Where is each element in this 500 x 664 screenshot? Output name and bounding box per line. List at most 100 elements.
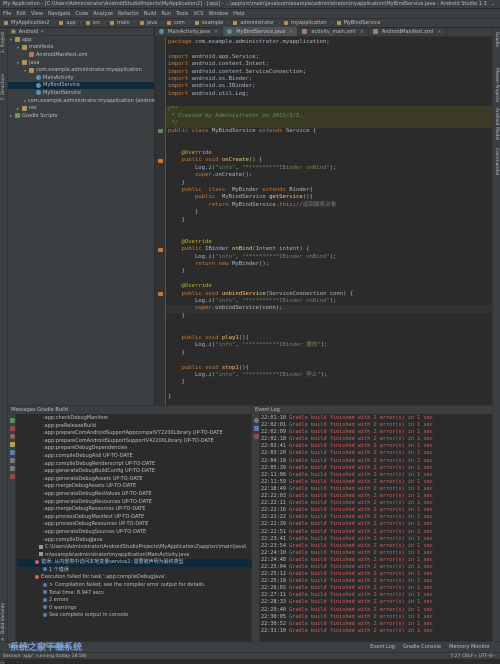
stop-icon[interactable]	[9, 426, 15, 431]
event-message[interactable]: Gradle build finished with 2 error(s) in…	[289, 422, 433, 428]
left-tool-tab[interactable]: 1: Project	[1, 32, 6, 53]
event-message[interactable]: Gradle build finished with 2 error(s) in…	[289, 557, 433, 563]
right-tool-tab[interactable]: Commander	[494, 148, 499, 176]
menu-item-view[interactable]: View	[31, 11, 43, 17]
settings-icon[interactable]	[253, 418, 259, 423]
tree-item[interactable]: ▾ com.example.administrator.myapplication	[8, 66, 154, 74]
override-marker-icon[interactable]	[158, 247, 163, 252]
menu-item-build[interactable]: Build	[144, 11, 157, 17]
tree-item[interactable]: ▸ Gradle Scripts	[8, 112, 154, 120]
minimize-button[interactable]: –	[487, 1, 499, 8]
breadcrumb-item[interactable]: app	[59, 20, 76, 26]
menu-item-run[interactable]: Run	[161, 11, 171, 17]
menu-item-navigate[interactable]: Navigate	[48, 11, 70, 17]
warning-filter-icon[interactable]	[9, 442, 15, 447]
message-row[interactable]: :app:processDebugResources UP-TO-DATE	[17, 521, 252, 529]
left-tool-tab[interactable]: 7: Structure	[1, 74, 6, 101]
message-row[interactable]: :app:generateDebugResValues UP-TO-DATE	[17, 491, 252, 499]
message-row[interactable]: 2 errors	[17, 597, 252, 605]
bottom-tab[interactable]: Event Log	[370, 644, 395, 650]
tree-item[interactable]: ▾ java	[8, 59, 154, 67]
breadcrumb-item[interactable]: myapplication	[284, 20, 327, 26]
message-row[interactable]: :app:checkDebugManifest	[17, 415, 252, 423]
breadcrumb-item[interactable]: example	[194, 20, 223, 26]
event-message[interactable]: Gradle build finished with 2 error(s) in…	[289, 571, 433, 577]
event-message[interactable]: Gradle build finished with 2 error(s) in…	[289, 507, 433, 513]
expand-all-icon[interactable]	[9, 458, 15, 463]
message-row[interactable]: :app:processDebugManifest UP-TO-DATE	[17, 514, 252, 522]
close-tab-icon[interactable]: ×	[289, 29, 293, 35]
message-row[interactable]: :app:compileDebugJava	[17, 537, 252, 545]
event-message[interactable]: Gradle build finished with 2 error(s) in…	[289, 458, 433, 464]
override-marker-icon[interactable]	[158, 129, 163, 134]
event-message[interactable]: Gradle build finished with 2 error(s) in…	[289, 564, 433, 570]
event-message[interactable]: Gradle build finished with 2 error(s) in…	[289, 599, 433, 605]
expand-arrow-icon[interactable]: ▸	[24, 98, 26, 103]
tree-item[interactable]: ▸ res	[8, 104, 154, 112]
breadcrumb-item[interactable]: administrator	[233, 20, 274, 26]
right-tool-tab[interactable]: Gradle	[494, 32, 499, 47]
event-message[interactable]: Gradle build finished with 2 error(s) in…	[289, 479, 433, 485]
message-row[interactable]: > Compilation failed; see the compiler e…	[17, 582, 252, 590]
menu-item-code[interactable]: Code	[75, 11, 88, 17]
tree-item[interactable]: ▾ app	[8, 36, 154, 44]
info-filter-icon[interactable]	[9, 450, 15, 455]
menu-item-vcs[interactable]: VCS	[193, 11, 203, 17]
rerun-icon[interactable]	[9, 418, 15, 423]
event-message[interactable]: Gradle build finished with 2 error(s) in…	[289, 621, 433, 627]
breadcrumb-item[interactable]: src	[85, 20, 100, 26]
message-row[interactable]: :app:generateDebugSources UP-TO-DATE	[17, 529, 252, 537]
right-tool-tab[interactable]: Maven Projects	[494, 68, 499, 102]
message-row[interactable]: C:\Users\Administrator\AndroidStudioProj…	[17, 544, 252, 552]
message-row[interactable]: :app:preReleaseBuild	[17, 423, 252, 431]
editor-tab[interactable]: activity_main.xml ×	[298, 27, 369, 36]
event-message[interactable]: Gradle build finished with 2 error(s) in…	[289, 529, 433, 535]
menu-item-refactor[interactable]: Refactor	[118, 11, 139, 17]
editor-tab[interactable]: MyBindService.java ×	[223, 27, 299, 36]
message-row[interactable]: :app:generateDebugBuildConfig UP-TO-DATE	[17, 468, 252, 476]
event-message[interactable]: Gradle build finished with 2 error(s) in…	[289, 500, 433, 506]
event-message[interactable]: Gradle build finished with 2 error(s) in…	[289, 628, 433, 634]
message-row[interactable]: :app:mergeDebugAssets UP-TO-DATE	[17, 483, 252, 491]
breadcrumb-item[interactable]: main	[110, 20, 130, 26]
event-message[interactable]: Gradle build finished with 2 error(s) in…	[289, 521, 433, 527]
close-tab-icon[interactable]: ×	[214, 29, 218, 35]
event-message[interactable]: Gradle build finished with 2 error(s) in…	[289, 429, 433, 435]
event-message[interactable]: Gradle build finished with 2 error(s) in…	[289, 585, 433, 591]
tree-item[interactable]: ▸ com.example.administrator.myapplication…	[8, 97, 168, 105]
close-tab-icon[interactable]: ×	[360, 29, 364, 35]
message-row[interactable]: :app:prepareComAndroidSupportAppcompatV7…	[17, 430, 252, 438]
close-tab-icon[interactable]: ×	[437, 29, 441, 35]
tree-item[interactable]: ▾ manifests	[8, 44, 154, 52]
message-row[interactable]: :app:mergeDebugResources UP-TO-DATE	[17, 506, 252, 514]
project-view-selector[interactable]: ▣ Android ▾	[8, 28, 154, 36]
clear-all-icon[interactable]	[253, 434, 259, 439]
event-message[interactable]: Gradle build finished with 2 error(s) in…	[289, 550, 433, 556]
event-message[interactable]: Gradle build finished with 2 error(s) in…	[289, 450, 433, 456]
message-row[interactable]: :app:prepareDebugDependencies	[17, 445, 252, 453]
message-row[interactable]: :app:compileDebugRenderscript UP-TO-DATE	[17, 461, 252, 469]
message-row[interactable]: :app:compileDebugAidl UP-TO-DATE	[17, 453, 252, 461]
message-row[interactable]: :app:generateDebugResources UP-TO-DATE	[17, 499, 252, 507]
override-marker-icon[interactable]	[158, 292, 163, 297]
event-message[interactable]: Gradle build finished with 2 error(s) in…	[289, 472, 433, 478]
event-message[interactable]: Gradle build finished with 2 error(s) in…	[289, 607, 433, 613]
tree-item[interactable]: MyBindService	[8, 81, 154, 90]
tree-item[interactable]: AndroidManifest.xml	[8, 51, 154, 59]
error-filter-icon[interactable]	[9, 434, 15, 439]
breadcrumb-item[interactable]: MyBindService	[336, 20, 381, 26]
message-row[interactable]: 0 warnings	[17, 605, 252, 613]
code-editor[interactable]: package com.example.administrator.myappl…	[166, 37, 492, 405]
menu-item-file[interactable]: File	[3, 11, 11, 17]
event-message[interactable]: Gradle build finished with 2 error(s) in…	[289, 486, 433, 492]
left-tool-tab[interactable]: Build Variants	[1, 603, 6, 634]
event-message[interactable]: Gradle build finished with 2 error(s) in…	[289, 614, 433, 620]
close-panel-icon[interactable]	[9, 474, 15, 479]
event-message[interactable]: Gradle build finished with 2 error(s) in…	[289, 465, 433, 471]
breadcrumb-item[interactable]: com	[167, 20, 185, 26]
message-row[interactable]: Total time: 8.947 secs	[17, 590, 252, 598]
event-message[interactable]: Gradle build finished with 2 error(s) in…	[289, 543, 433, 549]
message-row[interactable]: See complete output in console	[17, 612, 252, 620]
event-message[interactable]: Gradle build finished with 2 error(s) in…	[289, 415, 433, 421]
message-row[interactable]: 1 个错误	[17, 567, 252, 575]
